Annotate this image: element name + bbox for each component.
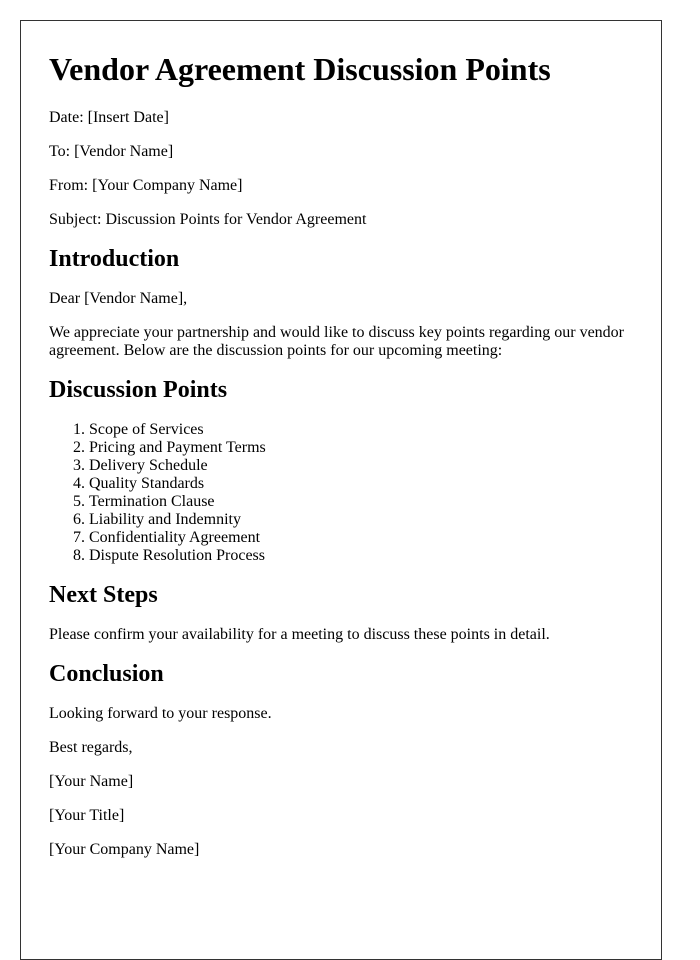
- next-steps-body: Please confirm your availability for a m…: [49, 626, 550, 643]
- to-field: To: [Vendor Name]: [49, 143, 174, 160]
- list-item: Dispute Resolution Process: [89, 547, 633, 565]
- introduction-body: We appreciate your partnership and would…: [49, 324, 624, 359]
- conclusion-heading: Conclusion: [49, 661, 164, 687]
- list-item: Scope of Services: [89, 421, 633, 439]
- signature-company: [Your Company Name]: [49, 841, 200, 858]
- date-field: Date: [Insert Date]: [49, 109, 169, 126]
- introduction-heading: Introduction: [49, 246, 180, 272]
- list-item: Liability and Indemnity: [89, 511, 633, 529]
- discussion-points-list: Scope of Services Pricing and Payment Te…: [49, 421, 633, 565]
- salutation: Dear [Vendor Name],: [49, 290, 188, 307]
- from-field: From: [Your Company Name]: [49, 177, 243, 194]
- letter-document: Vendor Agreement Discussion Points Date:…: [20, 20, 662, 960]
- subject-field: Subject: Discussion Points for Vendor Ag…: [49, 211, 367, 228]
- list-item: Pricing and Payment Terms: [89, 439, 633, 457]
- next-steps-heading: Next Steps: [49, 582, 158, 608]
- list-item: Termination Clause: [89, 493, 633, 511]
- signature-name: [Your Name]: [49, 773, 134, 790]
- conclusion-body: Looking forward to your response.: [49, 705, 272, 722]
- list-item: Delivery Schedule: [89, 457, 633, 475]
- signature-title: [Your Title]: [49, 807, 125, 824]
- list-item: Confidentiality Agreement: [89, 529, 633, 547]
- discussion-points-heading: Discussion Points: [49, 377, 228, 403]
- document-title: Vendor Agreement Discussion Points: [49, 51, 551, 87]
- closing: Best regards,: [49, 739, 133, 756]
- list-item: Quality Standards: [89, 475, 633, 493]
